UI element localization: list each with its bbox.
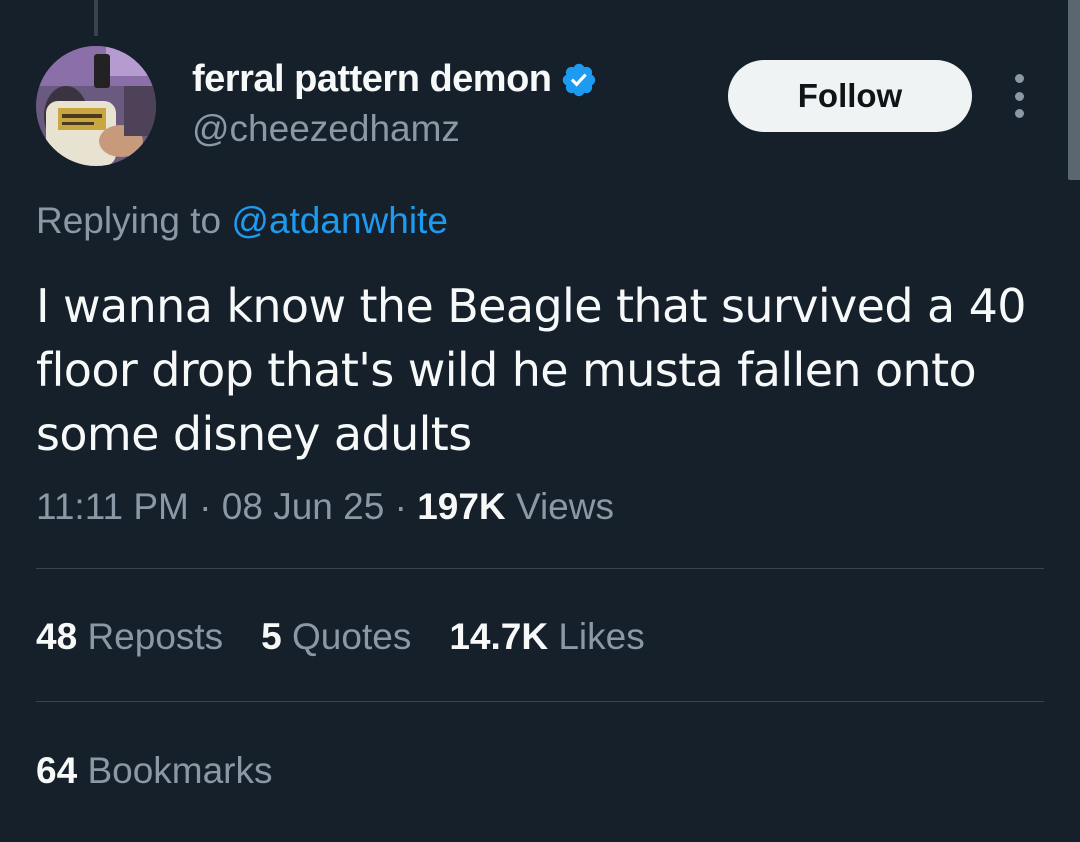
tweet-date[interactable]: 08 Jun 25	[222, 486, 385, 527]
more-horizontal-icon[interactable]	[1004, 74, 1034, 118]
avatar[interactable]	[36, 46, 156, 166]
reply-prefix: Replying to	[36, 200, 222, 241]
bookmarks-count: 64	[36, 750, 78, 791]
reposts-count: 48	[36, 616, 78, 657]
reply-mention-link[interactable]: @atdanwhite	[231, 200, 448, 241]
quotes-count: 5	[261, 616, 282, 657]
divider	[36, 568, 1044, 569]
more-dot	[1014, 74, 1024, 83]
bookmarks-label: Bookmarks	[87, 750, 273, 791]
more-dot	[1014, 109, 1024, 118]
scrollbar-thumb[interactable]	[1068, 0, 1080, 180]
likes-stat[interactable]: 14.7K Likes	[449, 616, 644, 658]
reposts-stat[interactable]: 48 Reposts	[36, 616, 223, 658]
likes-count: 14.7K	[449, 616, 549, 657]
reply-context: Replying to @atdanwhite	[36, 200, 448, 242]
tweet-meta: 11:11 PM · 08 Jun 25 · 197K Views	[36, 486, 614, 528]
avatar-image	[36, 46, 156, 166]
tweet-time[interactable]: 11:11 PM	[36, 486, 189, 527]
meta-separator: ·	[199, 486, 212, 527]
tweet-body: I wanna know the Beagle that survived a …	[36, 279, 1027, 461]
tweet-detail-view: ferral pattern demon @cheezedhamz Follow…	[0, 0, 1080, 842]
bookmarks-stat[interactable]: 64 Bookmarks	[36, 750, 273, 792]
thread-connector-line	[94, 0, 98, 36]
author-display-name[interactable]: ferral pattern demon	[192, 58, 552, 101]
views-label: Views	[515, 486, 614, 527]
author-handle[interactable]: @cheezedhamz	[192, 108, 460, 150]
scrollbar[interactable]	[1068, 0, 1080, 180]
views-count: 197K	[417, 486, 506, 527]
divider	[36, 701, 1044, 702]
verified-badge-icon[interactable]	[560, 61, 598, 99]
likes-label: Likes	[558, 616, 645, 657]
quotes-label: Quotes	[292, 616, 412, 657]
meta-separator: ·	[394, 486, 407, 527]
follow-button[interactable]: Follow	[728, 60, 972, 132]
reposts-label: Reposts	[87, 616, 224, 657]
engagement-stats: 48 Reposts 5 Quotes 14.7K Likes	[36, 616, 645, 658]
author-name-row: ferral pattern demon	[192, 58, 598, 101]
more-dot	[1014, 91, 1024, 101]
quotes-stat[interactable]: 5 Quotes	[261, 616, 411, 658]
